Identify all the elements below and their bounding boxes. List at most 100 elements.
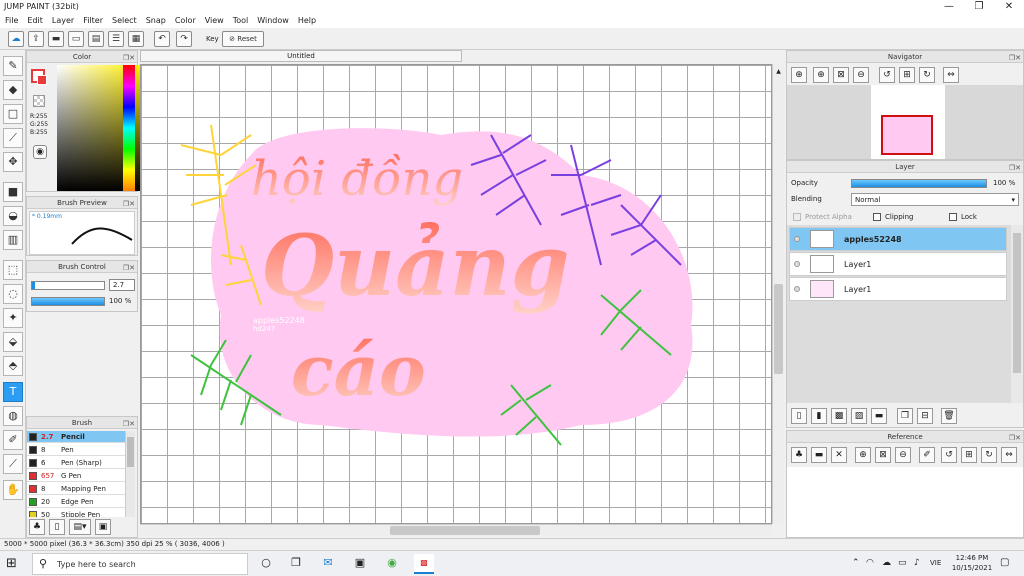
mail-icon[interactable]: ✉ bbox=[320, 556, 336, 572]
tray-chevron-icon[interactable]: ⌃ bbox=[852, 558, 860, 568]
lock-checkbox[interactable] bbox=[949, 213, 957, 221]
battery-icon[interactable]: ▭ bbox=[898, 558, 907, 568]
taskbar-clock[interactable]: 12:46 PM 10/15/2021 bbox=[950, 553, 994, 573]
transparent-color-swatch[interactable] bbox=[33, 95, 45, 107]
volume-icon[interactable]: ♪ bbox=[914, 558, 920, 568]
protect-alpha-checkbox[interactable] bbox=[793, 213, 801, 221]
document-tab[interactable]: Untitled bbox=[140, 50, 462, 62]
cortana-icon[interactable]: ○ bbox=[258, 556, 274, 572]
brush-opacity-slider[interactable] bbox=[31, 297, 105, 306]
message-icon[interactable]: ▭ bbox=[68, 31, 84, 47]
brush-page-icon[interactable]: ▣ bbox=[95, 519, 111, 535]
palette-icon[interactable]: ◉ bbox=[33, 145, 47, 159]
store-icon[interactable]: ▣ bbox=[352, 556, 368, 572]
menu-snap[interactable]: Snap bbox=[141, 14, 170, 25]
brush-item-pen[interactable]: 8 Pen bbox=[27, 444, 125, 456]
brush-size-field[interactable]: 2.7 bbox=[109, 279, 135, 291]
panel-menu-icon[interactable]: ❐✕ bbox=[123, 198, 135, 210]
canvas-vertical-scrollbar[interactable]: ▲ bbox=[772, 64, 784, 524]
reset-button[interactable]: ⊘ Reset bbox=[222, 31, 264, 47]
reference-close-icon[interactable]: ✕ bbox=[831, 447, 847, 463]
layer-item[interactable]: Layer1 bbox=[789, 252, 1007, 276]
magic-wand-tool-icon[interactable]: ✦ bbox=[3, 308, 23, 328]
taskbar-search-box[interactable]: ⚲ Type here to search bbox=[32, 553, 248, 575]
background-color-swatch[interactable] bbox=[37, 75, 47, 85]
menu-layer[interactable]: Layer bbox=[47, 14, 78, 25]
select-pen-tool-icon[interactable]: ⬙ bbox=[3, 332, 23, 352]
brush-item-mapping-pen[interactable]: 8 Mapping Pen bbox=[27, 483, 125, 495]
undo-icon[interactable]: ↶ bbox=[154, 31, 170, 47]
brush-options-icon[interactable]: ▤▾ bbox=[69, 519, 91, 535]
bucket-tool-icon[interactable]: ◒ bbox=[3, 206, 23, 226]
rotate-right-icon[interactable]: ↻ bbox=[919, 67, 935, 83]
fill-rect-tool-icon[interactable]: ■ bbox=[3, 182, 23, 202]
layer-item[interactable]: apples52248 bbox=[789, 227, 1007, 251]
fit-screen-icon[interactable]: ⊞ bbox=[899, 67, 915, 83]
close-button[interactable]: ✕ bbox=[994, 0, 1024, 14]
eyedropper-tool-icon[interactable]: ✐ bbox=[3, 430, 23, 450]
panel-menu-icon[interactable]: ❐✕ bbox=[123, 52, 135, 64]
reference-zoom-in-icon[interactable]: ⊕ bbox=[855, 447, 871, 463]
brush-item-edge-pen[interactable]: 20 Edge Pen bbox=[27, 496, 125, 508]
chrome-icon[interactable]: ◉ bbox=[384, 556, 400, 572]
duplicate-layer-icon[interactable]: ❐ bbox=[897, 408, 913, 424]
menu-filter[interactable]: Filter bbox=[78, 14, 107, 25]
menu-view[interactable]: View bbox=[200, 14, 228, 25]
reference-fit-icon[interactable]: ⊠ bbox=[875, 447, 891, 463]
new-layer-icon[interactable]: ▯ bbox=[791, 408, 807, 424]
brush-new-icon[interactable]: ▯ bbox=[49, 519, 65, 535]
blending-select[interactable]: Normal ▾ bbox=[851, 193, 1019, 206]
jump-paint-taskbar-icon[interactable]: ▩ bbox=[414, 554, 434, 574]
hand-tool-icon[interactable]: ✋ bbox=[3, 480, 23, 500]
menu-select[interactable]: Select bbox=[107, 14, 141, 25]
reference-flip-icon[interactable]: ⇔ bbox=[1001, 447, 1017, 463]
menu-file[interactable]: File bbox=[0, 14, 22, 25]
vertical-scroll-thumb[interactable] bbox=[774, 284, 783, 374]
visibility-icon[interactable] bbox=[794, 236, 800, 242]
task-view-icon[interactable]: ❐ bbox=[288, 556, 304, 572]
hue-slider[interactable] bbox=[123, 65, 135, 191]
panel-menu-icon[interactable]: ❐✕ bbox=[1009, 432, 1021, 444]
line-tool-icon[interactable]: ⟋ bbox=[3, 128, 23, 148]
reference-rotate-left-icon[interactable]: ↺ bbox=[941, 447, 957, 463]
drawing-canvas[interactable]: hội đồng Quảng cáo apples52248 hd247 bbox=[140, 64, 772, 524]
brush-item-g-pen[interactable]: 657 G Pen bbox=[27, 470, 125, 482]
network-icon[interactable]: ◠ bbox=[866, 558, 874, 568]
layer-item[interactable]: Layer1 bbox=[789, 277, 1007, 301]
menu-help[interactable]: Help bbox=[293, 14, 320, 25]
new-raster-layer-icon[interactable]: ▮ bbox=[811, 408, 827, 424]
brush-item-stipple-pen[interactable]: 50 Stipple Pen bbox=[27, 509, 125, 517]
flip-icon[interactable]: ⇔ bbox=[943, 67, 959, 83]
rectangle-tool-icon[interactable]: □ bbox=[3, 104, 23, 124]
minimize-button[interactable]: — bbox=[934, 0, 964, 14]
select-rect-tool-icon[interactable]: ⬚ bbox=[3, 260, 23, 280]
cloud-icon[interactable]: ☁ bbox=[8, 31, 24, 47]
delete-layer-icon[interactable]: 🗑 bbox=[941, 408, 957, 424]
brush-tool-icon[interactable]: ✎ bbox=[3, 56, 23, 76]
panel-menu-icon[interactable]: ❐✕ bbox=[1009, 52, 1021, 64]
brush-item-pen-sharp[interactable]: 6 Pen (Sharp) bbox=[27, 457, 125, 469]
redo-icon[interactable]: ↷ bbox=[176, 31, 192, 47]
reference-rotate-right-icon[interactable]: ↻ bbox=[981, 447, 997, 463]
navigator-viewport-frame[interactable] bbox=[881, 115, 933, 155]
windows-start-icon[interactable]: ⊞ bbox=[6, 556, 22, 572]
reference-eyedropper-icon[interactable]: ✐ bbox=[919, 447, 935, 463]
onedrive-icon[interactable]: ☁ bbox=[882, 558, 891, 568]
maximize-button[interactable]: ❐ bbox=[964, 0, 994, 14]
canvas-horizontal-scrollbar[interactable] bbox=[140, 524, 772, 536]
reference-view[interactable] bbox=[787, 467, 1023, 537]
scroll-up-icon[interactable]: ▲ bbox=[774, 68, 783, 76]
reference-zoom-out-icon[interactable]: ⊖ bbox=[895, 447, 911, 463]
brush-add-icon[interactable]: ♣ bbox=[29, 519, 45, 535]
new-folder-icon[interactable]: ▬ bbox=[871, 408, 887, 424]
balloon-tool-icon[interactable]: ◍ bbox=[3, 406, 23, 426]
layer-opacity-slider[interactable] bbox=[851, 179, 987, 188]
gradient-tool-icon[interactable]: ▥ bbox=[3, 230, 23, 250]
grid-icon[interactable]: ▦ bbox=[128, 31, 144, 47]
panel-menu-icon[interactable]: ❐✕ bbox=[123, 418, 135, 430]
menu-color[interactable]: Color bbox=[170, 14, 200, 25]
pipette-tool-icon[interactable]: ⟋ bbox=[3, 454, 23, 474]
merge-layer-icon[interactable]: ⊟ bbox=[917, 408, 933, 424]
horizontal-scroll-thumb[interactable] bbox=[390, 526, 540, 535]
visibility-icon[interactable] bbox=[794, 286, 800, 292]
